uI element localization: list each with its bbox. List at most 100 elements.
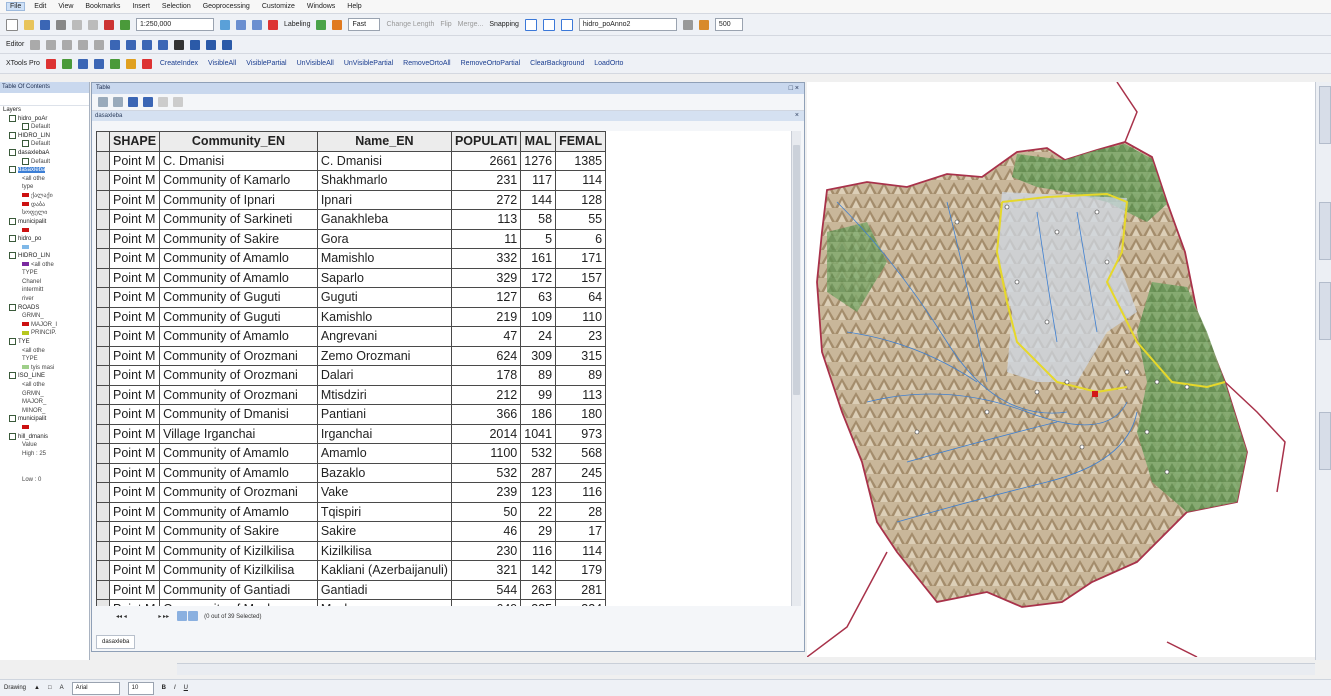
label-manager-icon[interactable]	[316, 19, 327, 30]
text-icon[interactable]: A	[60, 685, 64, 691]
table-row[interactable]: Point M Community of Amamlo Saparlo 329 172 1…	[96, 267, 607, 288]
dock-tab-results[interactable]	[1319, 412, 1331, 470]
search-icon[interactable]	[268, 19, 278, 30]
row-selector[interactable]	[96, 267, 110, 288]
find-icon[interactable]	[206, 39, 217, 50]
xtools-menu[interactable]: XTools Pro	[6, 60, 40, 67]
row-selector[interactable]	[96, 345, 110, 366]
table-cell[interactable]: 128	[555, 189, 607, 210]
layer-visibility-checkbox[interactable]	[22, 140, 29, 148]
toc-layer-item[interactable]: ROADS	[0, 303, 89, 313]
table-cell[interactable]: 11	[450, 228, 522, 249]
table-cell[interactable]: Point M	[108, 345, 161, 366]
table-cell[interactable]: 114	[555, 540, 607, 561]
command-loadorto[interactable]: LoadOrto	[594, 60, 623, 67]
table-cell[interactable]: 110	[555, 306, 607, 327]
command-visibleall[interactable]: VisibleAll	[208, 60, 236, 67]
table-row[interactable]: Point M Community of Sakire Gora 11 5 6	[96, 228, 607, 249]
table-cell[interactable]: 28	[555, 501, 607, 522]
menu-file[interactable]: File	[6, 2, 26, 11]
table-cell[interactable]: Point M	[108, 326, 161, 347]
table-cell[interactable]: Ipnari	[316, 189, 452, 210]
full-extent-icon[interactable]	[158, 39, 169, 50]
table-row[interactable]: Point M Community of Kizilkilisa Kizilkili…	[96, 540, 607, 561]
table-cell[interactable]: 6	[555, 228, 607, 249]
row-selector[interactable]	[96, 443, 110, 464]
catalog-icon[interactable]	[252, 19, 262, 30]
table-cell[interactable]: 171	[555, 248, 607, 269]
table-row[interactable]: Point M Community of Orozmani Mtisdziri 212…	[96, 384, 607, 405]
table-cell[interactable]: 186	[520, 404, 557, 425]
row-selector[interactable]	[96, 248, 110, 269]
label-priority-icon[interactable]	[332, 19, 343, 30]
table-cell[interactable]: 144	[520, 189, 557, 210]
layer-visibility-checkbox[interactable]	[9, 432, 16, 440]
print-icon[interactable]	[56, 19, 66, 30]
menu-selection[interactable]: Selection	[159, 3, 194, 10]
table-row[interactable]: Point M Community of Amamlo Tqispiri 50 22 28	[96, 501, 607, 522]
table-cell[interactable]: 64	[555, 287, 607, 308]
table-cell[interactable]: 272	[450, 189, 522, 210]
table-cell[interactable]: 172	[520, 267, 557, 288]
table-cell[interactable]: Mamishlo	[316, 248, 452, 269]
table-cell[interactable]: 116	[555, 482, 607, 503]
table-cell[interactable]: Community of Guguti	[159, 306, 318, 327]
row-selector[interactable]	[96, 150, 110, 171]
layer-visibility-checkbox[interactable]	[9, 217, 16, 225]
layer-visibility-checkbox[interactable]	[9, 338, 16, 346]
table-cell[interactable]: 287	[520, 462, 557, 483]
table-cell[interactable]: 55	[555, 209, 607, 230]
open-folder-icon[interactable]	[24, 19, 34, 30]
toc-layer-item[interactable]: ISO_LINE	[0, 372, 89, 381]
select-features-icon[interactable]	[174, 39, 185, 50]
table-cell[interactable]: 113	[555, 384, 607, 405]
table-cell[interactable]: Point M	[108, 599, 161, 606]
table-cell[interactable]: 321	[450, 560, 522, 581]
table-cell[interactable]: Point M	[108, 404, 161, 425]
editor-menu[interactable]: Editor	[6, 41, 24, 48]
row-selector[interactable]	[96, 209, 110, 230]
table-cell[interactable]: Community of Orozmani	[159, 345, 318, 366]
table-of-contents-icon[interactable]	[236, 19, 246, 30]
toc-layer-item[interactable]: municipalit	[0, 217, 89, 227]
layer-visibility-checkbox[interactable]	[9, 166, 16, 174]
row-selector[interactable]	[96, 189, 110, 210]
table-cell[interactable]: C. Dmanisi	[316, 150, 452, 171]
table-cell[interactable]: Point M	[108, 384, 161, 405]
editor-toolbar-icon[interactable]	[220, 19, 230, 30]
row-selector[interactable]	[96, 170, 110, 191]
layer-select[interactable]: hidro_poAnno2	[578, 18, 677, 31]
table-cell[interactable]: Amamlo	[316, 443, 452, 464]
vertex-snap-icon[interactable]	[560, 18, 573, 31]
toc-layer-item[interactable]: HIDRO_LIN	[0, 252, 89, 261]
command-unvisiblepartial[interactable]: UnVisiblePartial	[344, 60, 393, 67]
table-cell[interactable]: Bazaklo	[316, 462, 452, 483]
delete-icon[interactable]	[104, 19, 114, 30]
table-cell[interactable]: Pantiani	[316, 404, 452, 425]
table-cell[interactable]: Point M	[108, 365, 161, 386]
table-cell[interactable]: 22	[520, 501, 557, 522]
table-row[interactable]: Point M Community of Gantiadi Gantiadi 544 2…	[96, 579, 607, 600]
font-field[interactable]: Fast	[348, 18, 381, 31]
table-cell[interactable]: 99	[520, 384, 557, 405]
table-cell[interactable]: 180	[555, 404, 607, 425]
table-cell[interactable]: Point M	[108, 560, 161, 581]
table-cell[interactable]: 109	[520, 306, 557, 327]
table-row[interactable]: Point M Community of Dmanisi Pantiani 366 18…	[96, 404, 607, 425]
layer-tool-icon[interactable]	[682, 19, 693, 30]
table-cell[interactable]: Point M	[108, 189, 161, 210]
table-cell[interactable]: 178	[450, 365, 522, 386]
table-cell[interactable]: Kizilkilisa	[316, 540, 452, 561]
table-cell[interactable]: 532	[520, 443, 557, 464]
pan-icon[interactable]	[142, 39, 153, 50]
table-cell[interactable]: 157	[555, 267, 607, 288]
change-length-command[interactable]: Change Length	[386, 21, 434, 28]
map-view[interactable]	[807, 82, 1315, 657]
point-snap-icon[interactable]	[524, 18, 537, 31]
table-cell[interactable]: 63	[520, 287, 557, 308]
row-selector-header[interactable]	[96, 131, 110, 152]
row-selector[interactable]	[96, 404, 110, 425]
split-icon[interactable]	[94, 39, 105, 50]
table-cell[interactable]: 245	[555, 462, 607, 483]
table-cell[interactable]: 50	[450, 501, 522, 522]
